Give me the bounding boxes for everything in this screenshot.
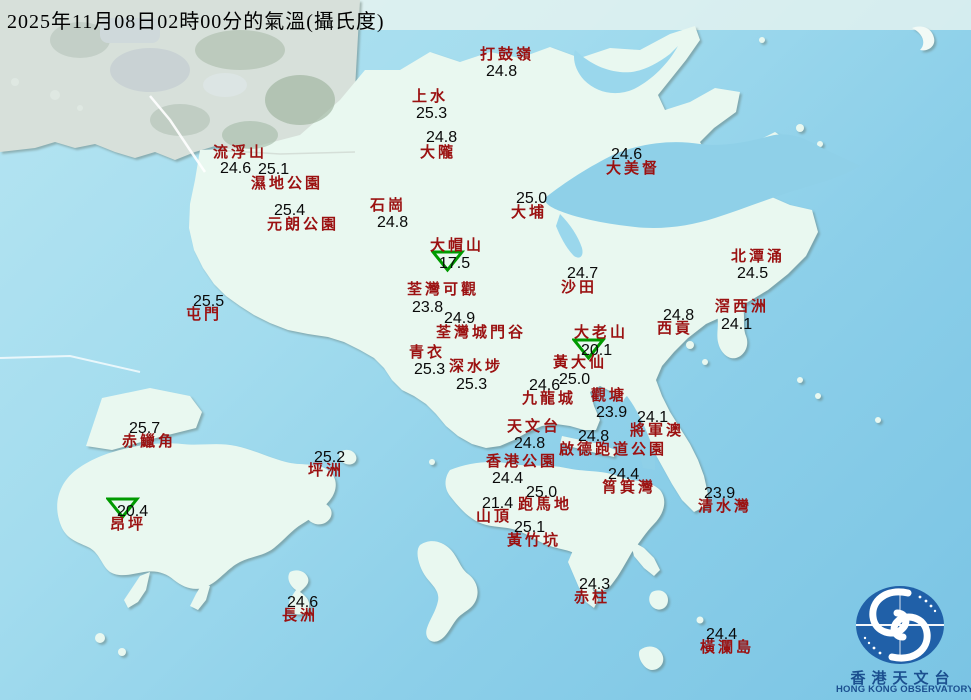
station-name-label: 滘西洲 <box>715 300 769 315</box>
station-name-label: 荃灣城門谷 <box>436 326 526 341</box>
station-temperature-value: 24.8 <box>377 215 408 231</box>
station-name-label: 坪洲 <box>308 464 344 479</box>
station-temperature-value: 23.8 <box>412 300 443 316</box>
station-temperature-value: 25.3 <box>416 106 447 122</box>
station-name-label: 長洲 <box>282 609 318 624</box>
station-name-label: 大美督 <box>606 162 660 177</box>
station-temperature-value: 24.1 <box>721 317 752 333</box>
station-name-label: 流浮山 <box>213 146 267 161</box>
station-name-label: 黃竹坑 <box>507 534 561 549</box>
station-name-label: 跑馬地 <box>518 498 572 513</box>
station-name-label: 九龍城 <box>522 392 576 407</box>
station-name-label: 天文台 <box>507 420 561 435</box>
station-name-label: 橫瀾島 <box>700 641 754 656</box>
station-name-label: 清水灣 <box>698 500 752 515</box>
station-name-label: 赤柱 <box>574 591 610 606</box>
station-name-label: 青衣 <box>409 346 445 361</box>
station-name-label: 元朗公園 <box>267 218 339 233</box>
station-name-label: 大隴 <box>420 146 456 161</box>
stations-layer: 24.8打鼓嶺25.3上水24.8大隴24.6流浮山25.1濕地公園25.4元朗… <box>0 0 971 700</box>
station-name-label: 將軍澳 <box>630 424 684 439</box>
hko-logo: 香港天文台 HONG KONG OBSERVATORY <box>836 583 970 700</box>
station-temperature-value: 24.5 <box>737 266 768 282</box>
station-name-label: 沙田 <box>561 281 597 296</box>
station-name-label: 昂坪 <box>110 518 146 533</box>
station-name-label: 濕地公園 <box>251 177 323 192</box>
station-name-label: 啟德跑道公園 <box>559 443 667 458</box>
station-name-label: 打鼓嶺 <box>480 48 534 63</box>
hko-logo-emblem <box>836 583 970 667</box>
station-temperature-value: 25.3 <box>456 377 487 393</box>
station-name-label: 西貢 <box>657 322 693 337</box>
station-name-label: 赤鱲角 <box>122 435 176 450</box>
hko-temperature-map: 2025年11月08日02時00分的氣溫(攝氏度) 24.8打鼓嶺25.3上水2… <box>0 0 971 700</box>
station-temperature-value: 24.6 <box>220 161 251 177</box>
hko-logo-english-name: HONG KONG OBSERVATORY <box>836 684 970 695</box>
station-name-label: 深水埗 <box>449 360 503 375</box>
station-name-label: 大老山 <box>574 326 628 341</box>
station-name-label: 上水 <box>412 90 448 105</box>
station-name-label: 石崗 <box>370 199 406 214</box>
station-temperature-value: 24.8 <box>426 130 457 146</box>
station-name-label: 山頂 <box>476 510 512 525</box>
station-temperature-value: 23.9 <box>596 405 627 421</box>
station-temperature-value: 24.8 <box>486 64 517 80</box>
station-name-label: 黃大仙 <box>553 356 607 371</box>
station-temperature-value: 24.4 <box>492 471 523 487</box>
station-temperature-value: 24.8 <box>514 436 545 452</box>
station-name-label: 屯門 <box>186 308 222 323</box>
station-name-label: 大埔 <box>511 206 547 221</box>
station-name-label: 筲箕灣 <box>602 481 656 496</box>
station-name-label: 北潭涌 <box>731 250 785 265</box>
station-temperature-value: 25.3 <box>414 362 445 378</box>
station-name-label: 香港公園 <box>486 455 558 470</box>
station-temperature-value: 25.0 <box>559 372 590 388</box>
station-name-label: 觀塘 <box>591 389 627 404</box>
station-temperature-value: 17.5 <box>439 256 470 272</box>
station-name-label: 荃灣可觀 <box>407 283 479 298</box>
station-name-label: 大帽山 <box>430 239 484 254</box>
